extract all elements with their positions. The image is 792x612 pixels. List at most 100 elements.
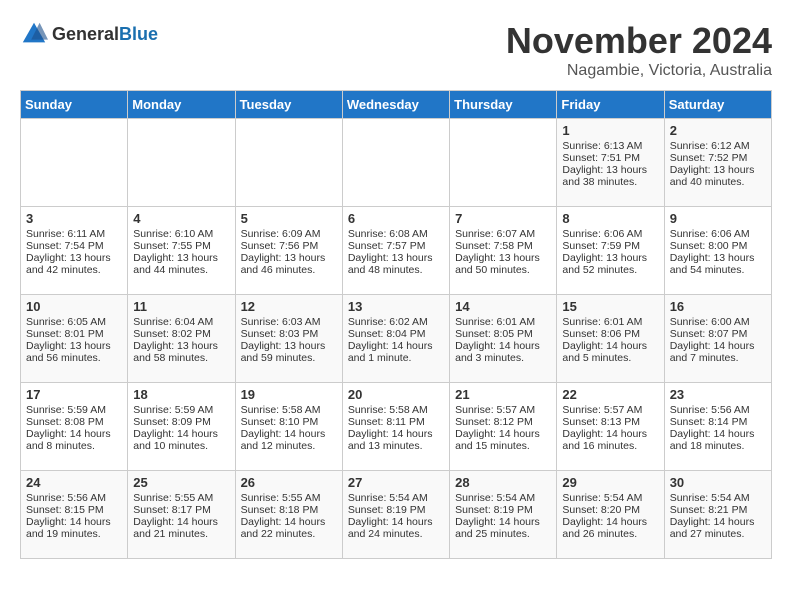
day-info: Daylight: 14 hours (241, 428, 337, 440)
calendar-cell: 24Sunrise: 5:56 AMSunset: 8:15 PMDayligh… (21, 471, 128, 559)
day-info: Sunset: 8:20 PM (562, 504, 658, 516)
day-info: Sunrise: 5:56 AM (26, 492, 122, 504)
day-number: 5 (241, 211, 337, 226)
day-info: Sunrise: 5:57 AM (562, 404, 658, 416)
day-info: and 7 minutes. (670, 352, 766, 364)
weekday-header-sunday: Sunday (21, 91, 128, 119)
day-number: 14 (455, 299, 551, 314)
day-info: and 13 minutes. (348, 440, 444, 452)
day-info: and 50 minutes. (455, 264, 551, 276)
day-info: and 18 minutes. (670, 440, 766, 452)
calendar-cell (450, 119, 557, 207)
day-info: and 21 minutes. (133, 528, 229, 540)
day-info: Sunset: 8:12 PM (455, 416, 551, 428)
day-info: Daylight: 14 hours (133, 516, 229, 528)
day-info: and 1 minute. (348, 352, 444, 364)
day-info: Sunrise: 5:54 AM (562, 492, 658, 504)
day-info: Sunset: 8:21 PM (670, 504, 766, 516)
day-info: and 12 minutes. (241, 440, 337, 452)
day-info: Daylight: 14 hours (26, 516, 122, 528)
weekday-header-friday: Friday (557, 91, 664, 119)
day-info: Sunrise: 6:13 AM (562, 140, 658, 152)
day-info: Daylight: 13 hours (562, 164, 658, 176)
day-number: 4 (133, 211, 229, 226)
weekday-header-wednesday: Wednesday (342, 91, 449, 119)
day-info: Daylight: 14 hours (562, 428, 658, 440)
day-number: 6 (348, 211, 444, 226)
calendar-cell: 9Sunrise: 6:06 AMSunset: 8:00 PMDaylight… (664, 207, 771, 295)
calendar-cell: 27 Sunrise: 5:54 AMSunset: 8:19 PMDayligh… (342, 471, 449, 559)
day-info: and 54 minutes. (670, 264, 766, 276)
day-info: Sunset: 8:17 PM (133, 504, 229, 516)
month-title: November 2024 (506, 20, 772, 62)
week-row-1: 1Sunrise: 6:13 AMSunset: 7:51 PMDaylight… (21, 119, 772, 207)
day-info: Sunset: 7:59 PM (562, 240, 658, 252)
calendar-cell: 19Sunrise: 5:58 AMSunset: 8:10 PMDayligh… (235, 383, 342, 471)
calendar-cell: 10Sunrise: 6:05 AMSunset: 8:01 PMDayligh… (21, 295, 128, 383)
calendar-cell: 23Sunrise: 5:56 AMSunset: 8:14 PMDayligh… (664, 383, 771, 471)
day-info: Daylight: 13 hours (26, 340, 122, 352)
day-info: and 44 minutes. (133, 264, 229, 276)
day-info: Daylight: 13 hours (241, 340, 337, 352)
week-row-2: 3Sunrise: 6:11 AMSunset: 7:54 PMDaylight… (21, 207, 772, 295)
calendar-cell: 22Sunrise: 5:57 AMSunset: 8:13 PMDayligh… (557, 383, 664, 471)
day-info: Daylight: 14 hours (348, 340, 444, 352)
day-info: Sunset: 8:05 PM (455, 328, 551, 340)
day-info: Sunset: 8:03 PM (241, 328, 337, 340)
day-info: Sunrise: 6:03 AM (241, 316, 337, 328)
day-number: 30 (670, 475, 766, 490)
calendar-cell: 16Sunrise: 6:00 AMSunset: 8:07 PMDayligh… (664, 295, 771, 383)
calendar-cell: 18Sunrise: 5:59 AMSunset: 8:09 PMDayligh… (128, 383, 235, 471)
day-info: Sunset: 8:06 PM (562, 328, 658, 340)
weekday-header-row: SundayMondayTuesdayWednesdayThursdayFrid… (21, 91, 772, 119)
title-section: November 2024 Nagambie, Victoria, Austra… (506, 20, 772, 80)
day-info: Sunset: 8:02 PM (133, 328, 229, 340)
day-info: Sunrise: 5:54 AM (348, 492, 444, 504)
day-info: Sunrise: 5:58 AM (348, 404, 444, 416)
calendar-cell: 26Sunrise: 5:55 AMSunset: 8:18 PMDayligh… (235, 471, 342, 559)
day-info: Sunset: 8:10 PM (241, 416, 337, 428)
day-info: Sunrise: 5:55 AM (241, 492, 337, 504)
logo: GeneralBlue (20, 20, 158, 48)
day-info: and 15 minutes. (455, 440, 551, 452)
day-info: Sunset: 8:19 PM (348, 504, 444, 516)
day-info: Daylight: 13 hours (241, 252, 337, 264)
day-number: 12 (241, 299, 337, 314)
day-info: and 40 minutes. (670, 176, 766, 188)
day-info: Daylight: 14 hours (26, 428, 122, 440)
day-number: 27 (348, 475, 444, 490)
day-info: Sunrise: 6:05 AM (26, 316, 122, 328)
day-number: 16 (670, 299, 766, 314)
day-info: Daylight: 14 hours (348, 516, 444, 528)
day-number: 26 (241, 475, 337, 490)
day-info: Daylight: 13 hours (562, 252, 658, 264)
day-info: Sunrise: 6:06 AM (562, 228, 658, 240)
day-info: and 22 minutes. (241, 528, 337, 540)
day-info: Daylight: 14 hours (455, 340, 551, 352)
day-number: 23 (670, 387, 766, 402)
day-number: 29 (562, 475, 658, 490)
calendar-cell: 1Sunrise: 6:13 AMSunset: 7:51 PMDaylight… (557, 119, 664, 207)
day-info: and 16 minutes. (562, 440, 658, 452)
day-info: Daylight: 14 hours (562, 516, 658, 528)
day-info: Sunrise: 5:57 AM (455, 404, 551, 416)
day-info: Daylight: 14 hours (455, 516, 551, 528)
day-info: and 38 minutes. (562, 176, 658, 188)
day-number: 11 (133, 299, 229, 314)
day-info: and 52 minutes. (562, 264, 658, 276)
day-info: Sunrise: 5:59 AM (26, 404, 122, 416)
day-info: Daylight: 14 hours (455, 428, 551, 440)
day-info: Sunset: 8:18 PM (241, 504, 337, 516)
day-info: Sunset: 7:56 PM (241, 240, 337, 252)
weekday-header-thursday: Thursday (450, 91, 557, 119)
calendar-cell: 3Sunrise: 6:11 AMSunset: 7:54 PMDaylight… (21, 207, 128, 295)
logo-text-general: General (52, 24, 119, 44)
day-info: Daylight: 14 hours (670, 340, 766, 352)
day-info: Sunset: 8:19 PM (455, 504, 551, 516)
day-info: Sunset: 7:57 PM (348, 240, 444, 252)
calendar-cell: 13Sunrise: 6:02 AMSunset: 8:04 PMDayligh… (342, 295, 449, 383)
day-info: Daylight: 13 hours (133, 340, 229, 352)
calendar-cell (128, 119, 235, 207)
logo-text-blue: Blue (119, 24, 158, 44)
week-row-3: 10Sunrise: 6:05 AMSunset: 8:01 PMDayligh… (21, 295, 772, 383)
